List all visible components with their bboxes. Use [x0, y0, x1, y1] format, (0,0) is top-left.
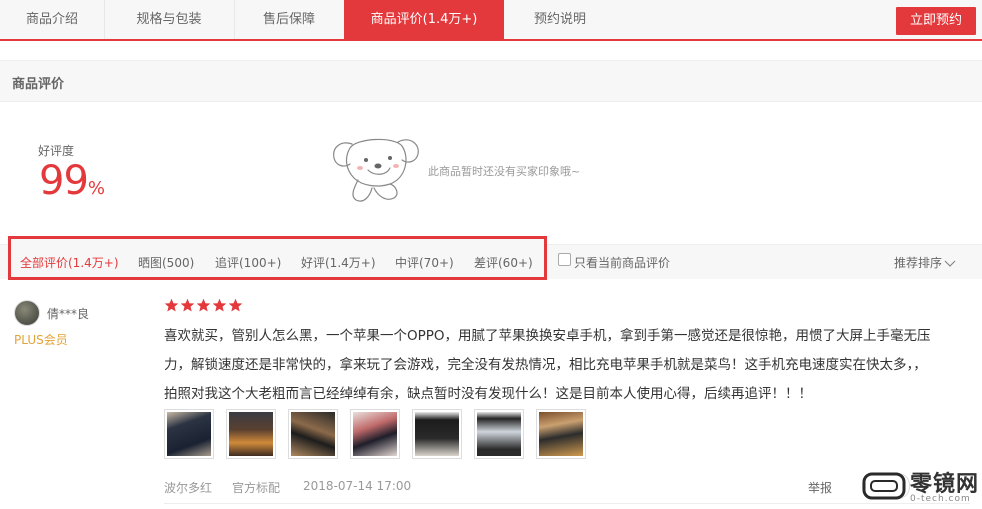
review-photo-thumbnail[interactable]	[536, 409, 586, 459]
filter-neutral[interactable]: 中评(70+)	[395, 254, 454, 271]
review-photo-thumbnail[interactable]	[164, 409, 214, 459]
watermark-logo-icon	[862, 472, 906, 500]
review-text-line: 力，解锁速度还是非常快的，拿来玩了会游戏，完全没有发热情况，相比充电苹果手机就是…	[164, 357, 927, 373]
comment-divider	[164, 503, 970, 504]
product-color: 波尔多红	[164, 481, 213, 495]
positive-rate-unit: %	[87, 178, 106, 199]
reviews-section-header: 商品评价	[0, 60, 982, 102]
tab-product-reviews[interactable]: 商品评价(1.4万+)	[344, 0, 504, 39]
review-text: 喜欢就买，管别人怎么黑，一个苹果一个OPPO，用腻了苹果换换安卓手机，拿到手第一…	[164, 322, 964, 409]
review-date: 2018-07-14 17:00	[303, 479, 412, 493]
joy-dog-mascot-icon	[333, 138, 419, 202]
filter-all-reviews[interactable]: 全部评价(1.4万+)	[20, 254, 119, 271]
filter-with-photos[interactable]: 晒图(500)	[138, 254, 194, 271]
tab-after-sales[interactable]: 售后保障	[234, 0, 345, 39]
section-title: 商品评价	[12, 77, 65, 92]
plus-member-badge[interactable]: PLUS会员	[14, 331, 68, 348]
review-photo-thumbnail[interactable]	[350, 409, 400, 459]
sort-dropdown[interactable]: 推荐排序	[894, 254, 956, 271]
chevron-down-icon	[944, 260, 956, 267]
positive-rate-label: 好评度	[38, 144, 75, 158]
username: 倩***良	[47, 307, 90, 321]
report-link[interactable]: 举报	[808, 479, 832, 496]
tab-product-intro[interactable]: 商品介绍	[0, 0, 105, 39]
filter-positive[interactable]: 好评(1.4万+)	[301, 254, 376, 271]
positive-rate-value: 99%	[39, 158, 105, 204]
filter-negative[interactable]: 差评(60+)	[474, 254, 533, 271]
positive-rate-number: 99	[39, 158, 89, 204]
star-rating	[164, 298, 244, 315]
star-icon	[164, 298, 179, 312]
review-text-line: 喜欢就买，管别人怎么黑，一个苹果一个OPPO，用腻了苹果换换安卓手机，拿到手第一…	[164, 328, 931, 344]
review-photo-thumbnail[interactable]	[474, 409, 524, 459]
review-photo-thumbnail[interactable]	[288, 409, 338, 459]
user-avatar[interactable]	[14, 300, 40, 326]
only-current-product-label[interactable]: 只看当前商品评价	[574, 254, 670, 271]
only-current-product-checkbox[interactable]	[558, 253, 571, 266]
product-tab-bar: 商品介绍 规格与包装 售后保障 商品评价(1.4万+) 预约说明 立即预约	[0, 0, 982, 41]
reserve-now-button[interactable]: 立即预约	[896, 7, 976, 35]
no-impression-hint: 此商品暂时还没有买家印象哦~	[428, 165, 581, 178]
tab-spec-package[interactable]: 规格与包装	[104, 0, 235, 39]
watermark-url: 0-tech.com	[910, 494, 971, 504]
sort-label: 推荐排序	[894, 256, 943, 270]
filter-follow-up[interactable]: 追评(100+)	[215, 254, 281, 271]
star-icon	[196, 298, 211, 312]
product-version: 官方标配	[232, 481, 281, 495]
star-icon	[180, 298, 195, 312]
review-text-line: 拍照对我这个大老粗而言已经绰绰有余，缺点暂时没有发现什么！这是目前本人使用心得，…	[164, 386, 812, 402]
star-icon	[228, 298, 243, 312]
tab-reservation-info[interactable]: 预约说明	[504, 0, 616, 39]
review-photo-thumbnail[interactable]	[226, 409, 276, 459]
review-photo-thumbnail[interactable]	[412, 409, 462, 459]
star-icon	[212, 298, 227, 312]
